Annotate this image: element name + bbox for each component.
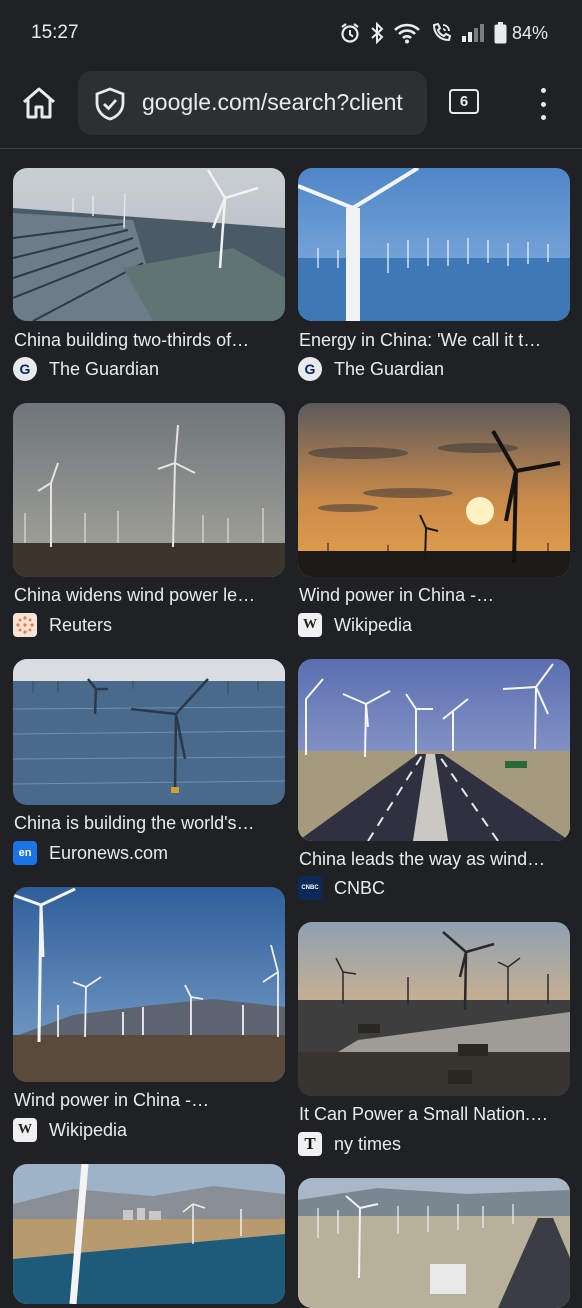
- result-thumbnail[interactable]: [298, 403, 570, 577]
- result-title[interactable]: China leads the way as wind…: [299, 849, 569, 870]
- menu-dot: [540, 115, 546, 120]
- image-result[interactable]: Wind power in China -… W Wikipedia: [13, 887, 285, 1142]
- image-result[interactable]: [13, 1164, 285, 1304]
- status-time: 15:27: [31, 22, 79, 43]
- image-result[interactable]: China is building the world's… en Eurone…: [13, 659, 285, 865]
- cnbc-logo-icon: CNBC: [298, 876, 322, 900]
- result-title[interactable]: Energy in China: 'We call it t…: [299, 330, 569, 351]
- shield-icon[interactable]: [94, 87, 126, 126]
- result-thumbnail[interactable]: [13, 168, 285, 321]
- result-title[interactable]: It Can Power a Small Nation.…: [299, 1104, 569, 1125]
- result-thumbnail[interactable]: [298, 1178, 570, 1308]
- guardian-logo-icon: G: [13, 357, 37, 381]
- image-result[interactable]: China building two-thirds of… G The Guar…: [13, 168, 285, 381]
- tab-switcher-button[interactable]: 6: [449, 89, 479, 114]
- source-name: The Guardian: [49, 358, 160, 379]
- menu-dot: [540, 88, 546, 93]
- wikipedia-logo-icon: W: [298, 613, 322, 637]
- result-source[interactable]: G The Guardian: [298, 357, 444, 381]
- source-name: Wikipedia: [49, 1119, 128, 1140]
- euronews-logo-icon: en: [13, 841, 37, 865]
- result-source[interactable]: T ny times: [298, 1132, 401, 1156]
- address-bar[interactable]: google.com/search?client: [78, 71, 427, 135]
- nytimes-logo-icon: T: [298, 1132, 322, 1156]
- bluetooth-icon: [370, 22, 384, 44]
- battery-percent: 84%: [511, 22, 548, 43]
- result-source[interactable]: W Wikipedia: [13, 1118, 127, 1142]
- result-title[interactable]: China widens wind power le…: [14, 585, 284, 606]
- image-result[interactable]: China leads the way as wind… CNBC CNBC: [298, 659, 570, 900]
- source-name: Reuters: [49, 614, 113, 635]
- wifi-icon: [393, 22, 421, 44]
- result-thumbnail[interactable]: [13, 403, 285, 577]
- image-result[interactable]: [298, 1178, 570, 1308]
- wifi-calling-icon: [430, 22, 452, 44]
- result-title[interactable]: Wind power in China -…: [299, 585, 569, 606]
- image-result[interactable]: Wind power in China -… W Wikipedia: [298, 403, 570, 637]
- home-button[interactable]: [18, 82, 60, 124]
- result-title[interactable]: China building two-thirds of…: [14, 330, 284, 351]
- source-name: Wikipedia: [334, 614, 413, 635]
- reuters-logo-icon: [13, 613, 37, 637]
- signal-icon: [461, 23, 485, 43]
- result-thumbnail[interactable]: [298, 659, 570, 841]
- result-source[interactable]: W Wikipedia: [298, 613, 412, 637]
- wikipedia-logo-icon: W: [13, 1118, 37, 1142]
- image-result[interactable]: China widens wind power le… Reuters: [13, 403, 285, 637]
- source-name: The Guardian: [334, 358, 445, 379]
- status-bar: 15:27 84%: [0, 0, 582, 64]
- result-source[interactable]: Reuters: [13, 613, 112, 637]
- result-thumbnail[interactable]: [298, 168, 570, 321]
- result-thumbnail[interactable]: [13, 887, 285, 1082]
- result-source[interactable]: CNBC CNBC: [298, 876, 385, 900]
- result-thumbnail[interactable]: [13, 659, 285, 805]
- result-title[interactable]: Wind power in China -…: [14, 1090, 284, 1111]
- result-source[interactable]: G The Guardian: [13, 357, 159, 381]
- result-title[interactable]: China is building the world's…: [14, 813, 284, 834]
- alarm-icon: [339, 22, 361, 44]
- source-name: ny times: [334, 1133, 402, 1154]
- status-icons: 84%: [339, 20, 548, 46]
- browser-toolbar: google.com/search?client 6: [0, 64, 582, 149]
- result-thumbnail[interactable]: [298, 922, 570, 1096]
- tab-count: 6: [459, 93, 469, 110]
- home-icon: [23, 87, 55, 119]
- url-text[interactable]: google.com/search?client: [142, 89, 403, 116]
- battery-icon: [494, 22, 507, 44]
- guardian-logo-icon: G: [298, 357, 322, 381]
- image-result[interactable]: Energy in China: 'We call it t… G The Gu…: [298, 168, 570, 381]
- overflow-menu-button[interactable]: [532, 88, 554, 120]
- result-thumbnail[interactable]: [13, 1164, 285, 1304]
- menu-dot: [540, 101, 546, 107]
- source-name: Euronews.com: [49, 842, 169, 863]
- image-result[interactable]: It Can Power a Small Nation.… T ny times: [298, 922, 570, 1156]
- result-source[interactable]: en Euronews.com: [13, 841, 168, 865]
- source-name: CNBC: [334, 877, 386, 898]
